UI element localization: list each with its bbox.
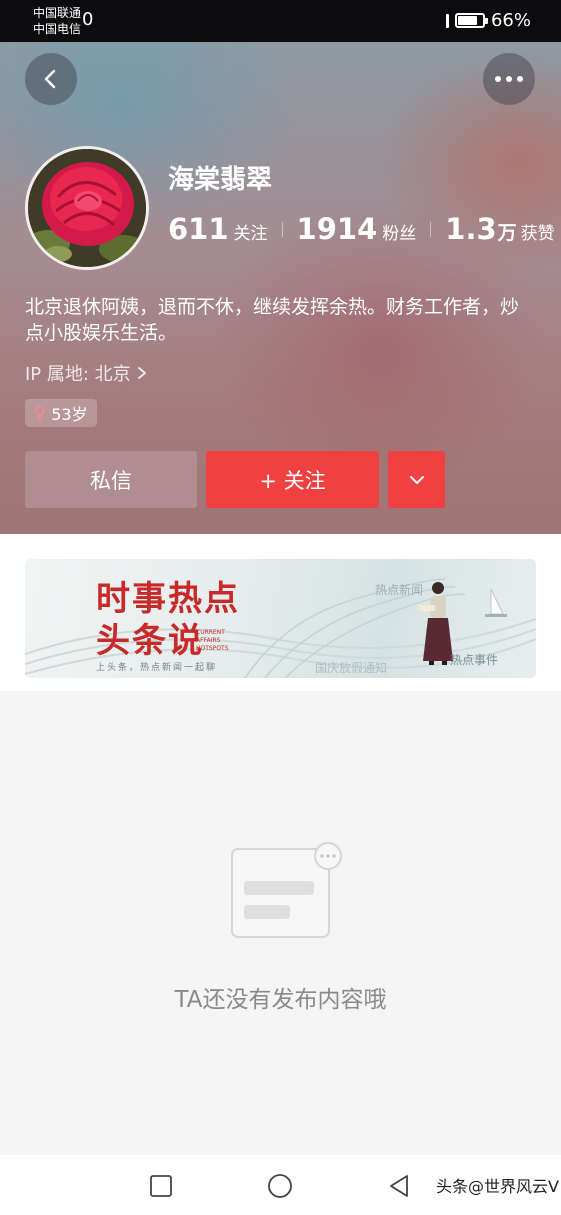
banner-tag-top: 热点新闻 [375,583,424,597]
ip-location-text: IP 属地: 北京 [25,364,131,385]
banner-english-line: AFFAIRS [196,637,221,644]
stat-value: 611 [168,212,229,246]
banner-tagline: 上头条，热点新闻一起聊 [96,663,218,673]
profile-name: 海棠翡翠 [168,165,273,195]
stat-likes[interactable]: 1.3 万 获赞 [445,212,554,246]
profile-header: 海棠翡翠 611 关注 1914 粉丝 1.3 万 获赞 北京退休阿姨，退而不休… [0,42,561,534]
triangle-back-icon [390,1175,408,1197]
stat-label: 粉丝 [382,224,417,244]
stat-label: 关注 [233,224,268,244]
banner-english-line: HOTSPOTS [196,645,229,652]
follow-button-label: + 关注 [259,468,326,493]
chevron-down-icon [409,475,424,484]
avatar[interactable] [25,146,149,270]
banner-section: 时事热点 头条说 CURRENT AFFAIRS HOTSPOTS 上头条，热点… [0,534,561,691]
age-text: 53岁 [51,405,88,424]
stat-unit: 万 [497,222,517,244]
ip-location-link[interactable]: IP 属地: 北京 [25,360,147,386]
battery-level: 66% [490,10,531,31]
banner-tag-bottom: 热点事件 [450,653,499,667]
watermark: 头条@世界风云V [436,1177,559,1196]
stat-label: 获赞 [520,224,555,244]
hotspot-banner[interactable]: 时事热点 头条说 CURRENT AFFAIRS HOTSPOTS 上头条，热点… [25,559,536,678]
female-icon: ♀ [33,402,47,424]
stat-followers[interactable]: 1914 粉丝 [297,212,417,246]
back-button[interactable] [25,53,77,105]
chevron-right-icon [137,367,146,379]
carrier-info: 中国联通 中国电信 [33,5,81,37]
profile-bio: 北京退休阿姨，退而不休，继续发挥余热。财务工作者，炒点小股娱乐生活。 [25,296,520,344]
empty-state-message: TA还没有发布内容哦 [174,987,387,1013]
back-nav-button[interactable] [382,1169,416,1203]
banner-title-line2: 头条说 [96,621,204,661]
stat-divider [430,221,432,237]
banner-english-line: CURRENT [196,629,225,636]
square-icon [150,1175,172,1197]
recent-apps-button[interactable] [144,1169,178,1203]
battery-icon [454,13,488,28]
recommend-dropdown-button[interactable] [388,451,445,508]
age-tag: ♀ 53岁 [25,399,97,427]
carrier-1: 中国联通 [33,6,82,20]
system-nav-bar: 头条@世界风云V [0,1155,561,1215]
follow-button[interactable]: + 关注 [206,451,379,508]
status-right: 66% [445,10,531,31]
carrier-2: 中国电信 [33,22,82,36]
stat-value: 1.3 [445,212,497,246]
message-button[interactable]: 私信 [25,451,197,508]
banner-english: CURRENT AFFAIRS HOTSPOTS [196,629,229,653]
chevron-left-icon [44,69,56,89]
stat-following[interactable]: 611 关注 [168,212,268,246]
stat-divider [281,221,283,237]
status-time: 0 [82,9,94,30]
profile-stats: 611 关注 1914 粉丝 1.3 万 获赞 [168,212,555,246]
signal-icon [445,13,449,28]
more-button[interactable] [483,53,535,105]
more-dots-icon [495,76,523,82]
status-bar: 中国联通 中国电信 0 66% [0,0,561,42]
content-empty-state: TA还没有发布内容哦 [0,691,561,1155]
empty-content-icon [231,842,342,938]
message-button-label: 私信 [90,468,132,493]
circle-icon [268,1174,292,1198]
banner-faded-text: 国庆放假通知 [315,661,388,675]
home-button[interactable] [263,1169,297,1203]
stat-value: 1914 [296,212,378,246]
rose-image [28,149,146,267]
